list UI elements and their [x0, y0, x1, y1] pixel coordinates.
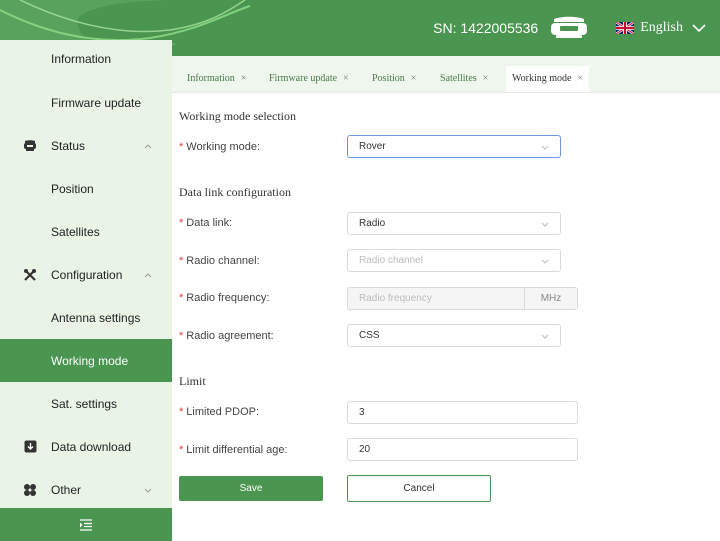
sidebar-item-satellites[interactable]: Satellites — [0, 210, 172, 253]
limit-differential-age-input[interactable]: 20 — [347, 438, 578, 461]
working-mode-select[interactable]: Rover — [347, 135, 561, 158]
gnss-receiver-icon — [551, 16, 588, 38]
menu-collapse-icon — [80, 518, 92, 531]
close-icon[interactable]: × — [411, 73, 417, 84]
receiver-icon — [22, 138, 38, 154]
tab-firmware-update[interactable]: Firmware update × — [269, 73, 349, 84]
sidebar-item-firmware-update[interactable]: Firmware update — [0, 81, 172, 124]
tab-bar: Information × Firmware update × Position × … — [172, 56, 720, 93]
limited-pdop-input[interactable]: 3 — [347, 401, 578, 424]
sidebar-item-position[interactable]: Position — [0, 167, 172, 210]
sidebar-item-label: Configuration — [51, 267, 123, 282]
sidebar-item-status[interactable]: Status — [0, 124, 172, 167]
section-title-data-link: Data link configuration — [179, 185, 291, 199]
serial-number: SN: 1422005536 — [433, 20, 539, 36]
sidebar-item-label: Information — [51, 52, 112, 66]
section-title-limit: Limit — [179, 374, 206, 388]
tools-icon — [22, 267, 38, 283]
sidebar-item-label: Sat. settings — [51, 396, 118, 411]
sidebar-item-label: Firmware update — [51, 95, 142, 110]
sidebar-item-other[interactable]: Other — [0, 468, 172, 511]
radio-agreement-label: * Radio agreement: — [179, 330, 274, 342]
close-icon[interactable]: × — [343, 73, 349, 84]
sidebar-item-label: Status — [51, 138, 86, 153]
tab-position[interactable]: Position × — [372, 73, 416, 84]
sidebar-item-sat-settings[interactable]: Sat. settings — [0, 382, 172, 425]
limit-differential-age-label: * Limit differential age: — [179, 444, 288, 456]
chevron-down-icon[interactable] — [691, 20, 707, 36]
tab-satellites[interactable]: Satellites × — [440, 73, 488, 84]
close-icon[interactable]: × — [241, 73, 247, 84]
chevron-up-icon — [144, 143, 152, 148]
clover-icon — [22, 482, 38, 498]
data-link-label: * Data link: — [179, 217, 233, 229]
sidebar: Information Firmware update Status Posit… — [0, 40, 172, 541]
data-link-select[interactable]: Radio — [347, 212, 561, 235]
sidebar-item-label: Other — [51, 482, 82, 497]
sidebar-item-working-mode[interactable]: Working mode — [0, 339, 172, 382]
chevron-down-icon — [541, 259, 549, 264]
sidebar-item-label: Working mode — [51, 353, 129, 368]
sidebar-item-antenna-settings[interactable]: Antenna settings — [0, 296, 172, 339]
cancel-button[interactable]: Cancel — [347, 475, 491, 502]
language-selector[interactable]: English — [640, 20, 683, 36]
chevron-down-icon — [541, 145, 549, 150]
download-icon — [22, 439, 38, 455]
chevron-down-icon — [144, 488, 152, 493]
tab-information[interactable]: Information × — [187, 73, 246, 84]
limited-pdop-label: * Limited PDOP: — [179, 406, 260, 418]
sidebar-item-label: Satellites — [51, 224, 100, 239]
sidebar-collapse-button[interactable] — [0, 508, 172, 541]
save-button[interactable]: Save — [179, 476, 323, 501]
sidebar-item-data-download[interactable]: Data download — [0, 425, 172, 468]
chevron-down-icon — [541, 334, 549, 339]
radio-frequency-label: * Radio frequency: — [179, 292, 270, 304]
sidebar-item-label: Position — [51, 181, 94, 196]
radio-frequency-input[interactable]: Radio frequency MHz — [347, 287, 578, 310]
sidebar-item-label: Data download — [51, 439, 132, 454]
working-mode-label: * Working mode: — [179, 141, 261, 153]
radio-channel-label: * Radio channel: — [179, 255, 260, 267]
uk-flag-icon — [616, 22, 635, 34]
tab-working-mode[interactable]: Working mode × — [506, 66, 590, 92]
close-icon[interactable]: × — [483, 73, 489, 84]
unit-addon: MHz — [524, 288, 577, 309]
radio-agreement-select[interactable]: CSS — [347, 324, 561, 347]
close-icon[interactable]: × — [577, 73, 583, 84]
sidebar-item-label: Antenna settings — [51, 310, 141, 325]
section-title-working-mode: Working mode selection — [179, 109, 297, 123]
chevron-down-icon — [541, 222, 549, 227]
radio-channel-select[interactable]: Radio channel — [347, 249, 561, 272]
sidebar-item-configuration[interactable]: Configuration — [0, 253, 172, 296]
sidebar-item-information[interactable]: Information — [0, 40, 172, 78]
chevron-up-icon — [144, 272, 152, 277]
